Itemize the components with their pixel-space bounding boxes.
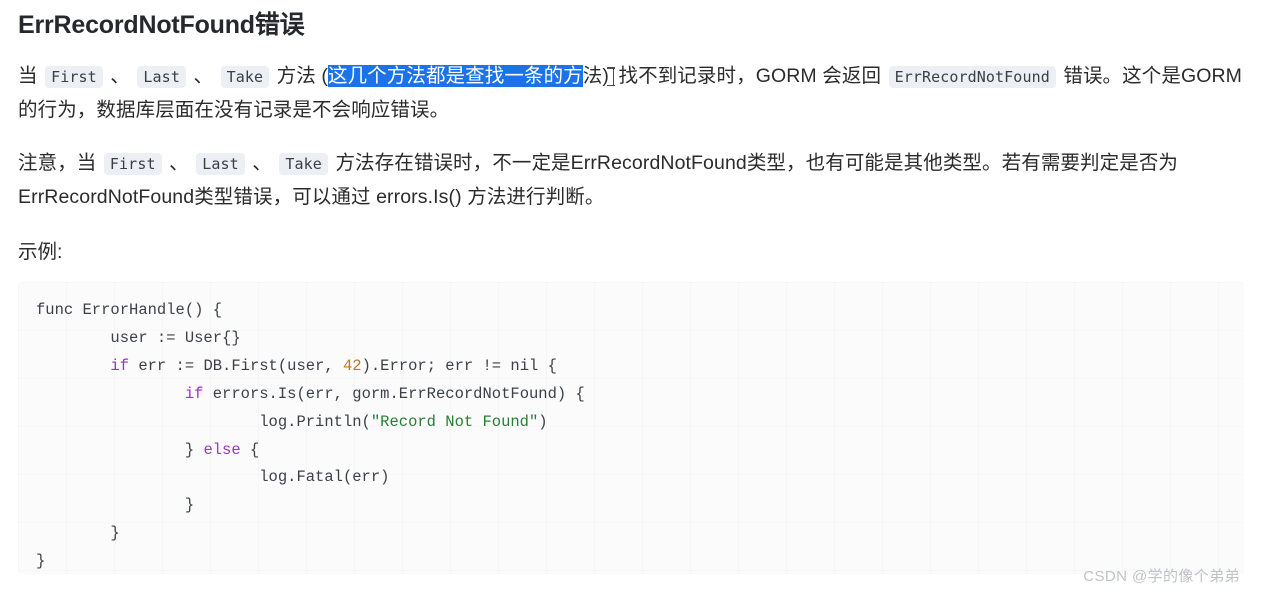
inline-code-take-2: Take <box>279 153 328 175</box>
paragraph1-text-method-open: 方法 ( <box>271 65 328 87</box>
selected-text-highlight[interactable]: 这几个方法都是查找一条的方 <box>327 65 583 87</box>
paragraph1-text-after-selection: 法) <box>582 65 609 87</box>
paragraph2-separator-1: 、 <box>163 152 195 174</box>
paragraph1-text-returns: 找不到记录时，GORM 会返回 <box>612 65 887 87</box>
paragraph1-separator-1: 、 <box>104 65 136 87</box>
paragraph1-text-lead: 当 <box>18 65 44 87</box>
paragraph-errrecordnotfound-behavior: 当 First 、 Last 、 Take 方法 (这几个方法都是查找一条的方法… <box>18 60 1244 127</box>
inline-code-first: First <box>45 66 103 88</box>
paragraph2-separator-2: 、 <box>246 152 278 174</box>
paragraph-error-type-note: 注意，当 First 、 Last 、 Take 方法存在错误时，不一定是Err… <box>18 147 1244 214</box>
example-label: 示例: <box>18 241 63 263</box>
inline-code-first-2: First <box>103 153 162 175</box>
code-content: func ErrorHandle() { user := User{} if e… <box>36 301 585 571</box>
text-cursor-icon <box>606 67 615 86</box>
code-block[interactable]: func ErrorHandle() { user := User{} if e… <box>18 282 1244 574</box>
inline-code-last-2: Last <box>196 153 245 175</box>
inline-code-last: Last <box>137 66 186 88</box>
csdn-watermark: CSDN @学的像个弟弟 <box>1083 568 1240 585</box>
inline-code-take: Take <box>220 66 270 88</box>
page-title: ErrRecordNotFound错误 <box>18 11 305 39</box>
inline-code-errrecordnotfound: ErrRecordNotFound <box>888 66 1056 88</box>
document-page: ErrRecordNotFound错误 当 First 、 Last 、 Tak… <box>0 8 1262 594</box>
paragraph1-separator-2: 、 <box>187 65 219 87</box>
paragraph2-text-lead: 注意，当 <box>18 152 102 174</box>
